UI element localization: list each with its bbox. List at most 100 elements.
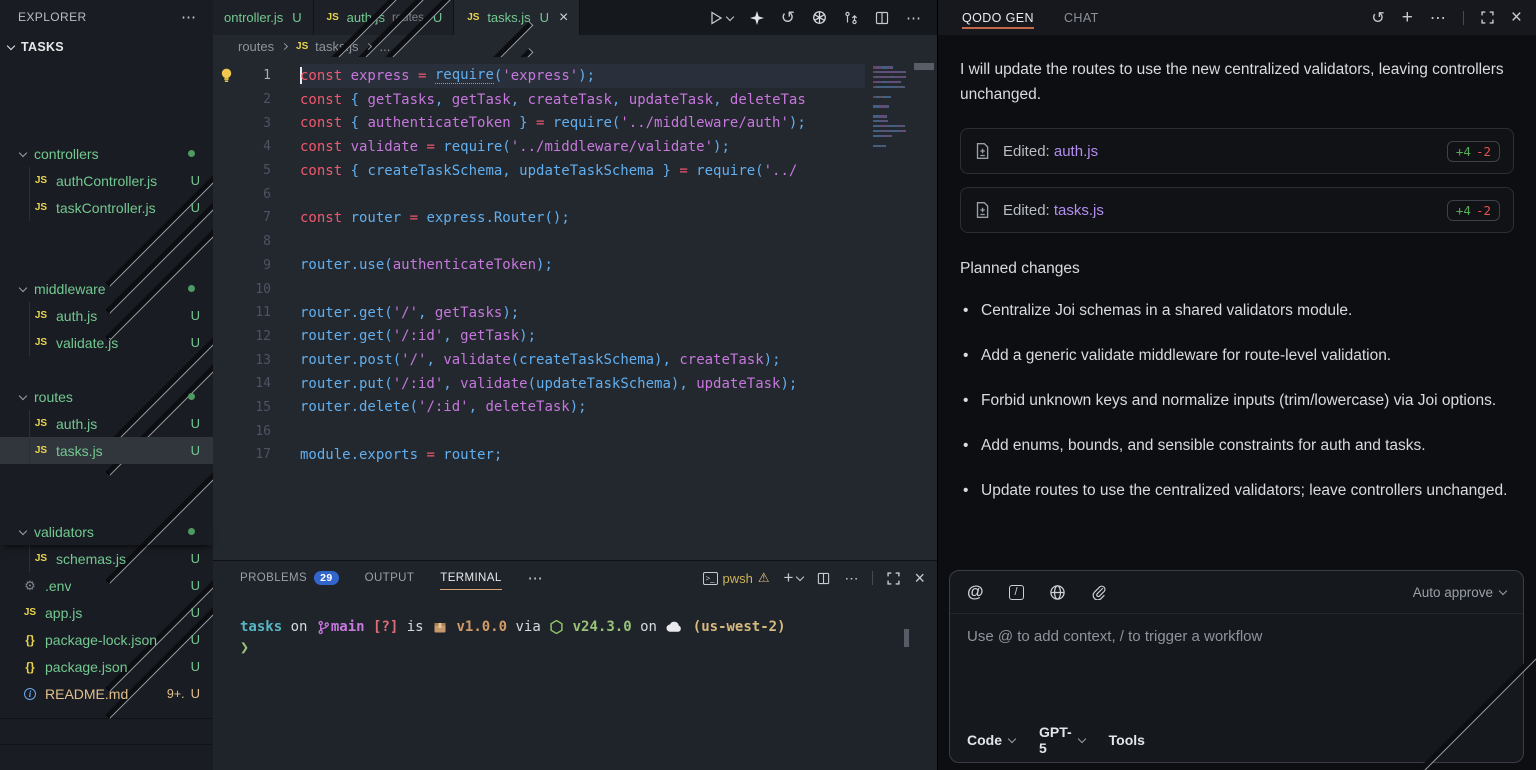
code-line-15[interactable]: 15router.delete('/:id', deleteTask); bbox=[213, 396, 865, 420]
code-line-10[interactable]: 10 bbox=[213, 277, 865, 301]
tree-file-app.js[interactable]: JSapp.jsU bbox=[0, 599, 213, 626]
editor-tab-tasks.js[interactable]: JStasks.jsU× bbox=[454, 0, 580, 35]
tree-file-authcontroller.js[interactable]: JSauthController.jsU bbox=[0, 167, 213, 194]
more-actions-icon[interactable]: ⋯ bbox=[906, 9, 921, 27]
workspace-section-tasks[interactable]: TASKS bbox=[0, 34, 213, 59]
js-file-icon: JS bbox=[22, 607, 38, 618]
split-editor-icon[interactable] bbox=[875, 11, 889, 25]
close-view-icon[interactable]: × bbox=[1511, 7, 1522, 29]
code-line-3[interactable]: 3const { authenticateToken } = require('… bbox=[213, 111, 865, 135]
terminal-icon: >_ bbox=[703, 572, 718, 585]
code-line-12[interactable]: 12router.get('/:id', getTask); bbox=[213, 325, 865, 349]
openai-icon[interactable] bbox=[812, 10, 827, 25]
tree-folder-logs[interactable]: logs bbox=[0, 248, 213, 275]
history-icon[interactable]: ↺ bbox=[1371, 8, 1384, 28]
tree-file-auth.js[interactable]: JSauth.jsU bbox=[0, 410, 213, 437]
bottom-panel: PROBLEMS 29 OUTPUT TERMINAL ⋯ >_ pwsh ⚠ bbox=[213, 560, 937, 770]
shell-selector[interactable]: >_ pwsh ⚠ bbox=[703, 570, 770, 586]
code-editor[interactable]: 1const express = require('express');2con… bbox=[213, 57, 937, 560]
panel-more-icon[interactable]: ⋯ bbox=[528, 569, 544, 587]
tab-terminal[interactable]: TERMINAL bbox=[440, 561, 501, 595]
code-line-11[interactable]: 11router.get('/', getTasks); bbox=[213, 301, 865, 325]
terminal-scrollbar[interactable] bbox=[904, 629, 909, 647]
code-line-16[interactable]: 16 bbox=[213, 419, 865, 443]
run-button[interactable] bbox=[710, 11, 733, 25]
tab-qodo-gen[interactable]: QODO GEN bbox=[962, 0, 1034, 35]
tree-folder-.git[interactable]: .git bbox=[0, 59, 213, 86]
edited-file-card-auth.js[interactable]: Edited: auth.js+4-2 bbox=[960, 128, 1514, 174]
tab-problems[interactable]: PROBLEMS 29 bbox=[240, 561, 339, 595]
tools-menu[interactable]: Tools bbox=[1109, 732, 1536, 748]
tree-file-readme.md[interactable]: iREADME.md9+.U bbox=[0, 680, 213, 707]
model-dropdown[interactable]: GPT-5 bbox=[1039, 724, 1085, 756]
maximize-panel-icon[interactable] bbox=[887, 572, 900, 585]
tree-folder-.qodo[interactable]: .qodo bbox=[0, 86, 213, 113]
history-icon[interactable]: ↺ bbox=[781, 8, 795, 28]
code-line-8[interactable]: 8 bbox=[213, 230, 865, 254]
tree-file-package.json[interactable]: {}package.jsonU bbox=[0, 653, 213, 680]
new-terminal-button[interactable]: + bbox=[784, 568, 804, 588]
outline-section[interactable]: OUTLINE bbox=[0, 718, 213, 744]
tree-folder-controllers[interactable]: controllers bbox=[0, 140, 213, 167]
tree-folder-data[interactable]: data bbox=[0, 221, 213, 248]
editor-tab-ontroller.js[interactable]: ontroller.jsU bbox=[213, 0, 314, 35]
code-line-6[interactable]: 6 bbox=[213, 182, 865, 206]
code-line-2[interactable]: 2const { getTasks, getTask, createTask, … bbox=[213, 88, 865, 112]
editor-scrollbar[interactable] bbox=[911, 57, 937, 560]
close-panel-icon[interactable]: × bbox=[914, 568, 925, 589]
close-tab-icon[interactable]: × bbox=[559, 10, 568, 26]
divider bbox=[872, 571, 873, 585]
attach-file-icon[interactable] bbox=[1091, 584, 1107, 600]
code-line-13[interactable]: 13router.post('/', validate(createTaskSc… bbox=[213, 348, 865, 372]
workflow-icon[interactable]: / bbox=[1009, 585, 1024, 600]
code-line-17[interactable]: 17module.exports = router; bbox=[213, 443, 865, 467]
qodo-gen-panel: QODO GEN CHAT ↺ + ⋯ × I will update the … bbox=[937, 0, 1536, 770]
minimap[interactable] bbox=[873, 65, 907, 148]
tree-file-tasks.js[interactable]: JStasks.jsU bbox=[0, 437, 213, 464]
add-context-icon[interactable]: @ bbox=[967, 582, 984, 602]
code-line-7[interactable]: 7const router = express.Router(); bbox=[213, 206, 865, 230]
new-chat-icon[interactable]: + bbox=[1402, 7, 1413, 29]
tree-folder-middleware[interactable]: middleware bbox=[0, 275, 213, 302]
tree-folder-tests[interactable]: tests bbox=[0, 464, 213, 491]
js-file-icon: JS bbox=[33, 202, 49, 213]
code-line-4[interactable]: 4const validate = require('../middleware… bbox=[213, 135, 865, 159]
timeline-section[interactable]: TIMELINE bbox=[0, 744, 213, 770]
tree-folder-utils[interactable]: utils bbox=[0, 491, 213, 518]
tab-output[interactable]: OUTPUT bbox=[365, 561, 415, 595]
tree-file-validate.js[interactable]: JSvalidate.jsU bbox=[0, 329, 213, 356]
web-search-icon[interactable] bbox=[1049, 584, 1066, 601]
tree-folder-validators[interactable]: validators bbox=[0, 518, 213, 545]
tree-file-auth.js[interactable]: JSauth.jsU bbox=[0, 302, 213, 329]
terminal-more-icon[interactable]: ⋯ bbox=[844, 570, 858, 587]
edited-file-card-tasks.js[interactable]: Edited: tasks.js+4-2 bbox=[960, 187, 1514, 233]
code-line-9[interactable]: 9router.use(authenticateToken); bbox=[213, 254, 865, 278]
tree-file-.env[interactable]: ⚙.envU bbox=[0, 572, 213, 599]
indent-guide bbox=[29, 410, 30, 437]
tree-folder-routes[interactable]: routes bbox=[0, 383, 213, 410]
maximize-view-icon[interactable] bbox=[1481, 11, 1494, 24]
token: , bbox=[418, 305, 435, 321]
split-terminal-icon[interactable] bbox=[817, 572, 830, 585]
tree-file-package-lock.json[interactable]: {}package-lock.jsonU bbox=[0, 626, 213, 653]
more-actions-icon[interactable]: ⋯ bbox=[1430, 8, 1446, 28]
mode-dropdown[interactable]: Code bbox=[967, 732, 1015, 748]
code-line-1[interactable]: 1const express = require('express'); bbox=[213, 64, 865, 88]
tree-folder-node-modules[interactable]: node_modules bbox=[0, 356, 213, 383]
terminal-content[interactable]: tasks on main [?] is v1.0.0 via v24.3.0 … bbox=[213, 595, 937, 656]
tab-chat[interactable]: CHAT bbox=[1064, 0, 1099, 35]
compare-changes-icon[interactable] bbox=[844, 11, 858, 25]
explorer-more-icon[interactable]: ⋯ bbox=[181, 8, 197, 26]
breadcrumb-folder[interactable]: routes bbox=[238, 39, 274, 54]
token: '../ bbox=[764, 163, 798, 179]
chat-text-input[interactable]: Use @ to add context, / to trigger a wor… bbox=[950, 614, 1523, 717]
auto-approve-dropdown[interactable]: Auto approve bbox=[1413, 585, 1506, 600]
code-line-14[interactable]: 14router.put('/:id', validate(updateTask… bbox=[213, 372, 865, 396]
token: getTasks bbox=[367, 92, 434, 108]
tree-file-taskcontroller.js[interactable]: JStaskController.jsU bbox=[0, 194, 213, 221]
tree-file-schemas.js[interactable]: JSschemas.jsU bbox=[0, 545, 213, 572]
breadcrumb[interactable]: routes JS tasks.js ... bbox=[213, 35, 937, 57]
sparkle-ai-icon[interactable] bbox=[750, 11, 764, 25]
tree-folder-config[interactable]: config bbox=[0, 113, 213, 140]
code-line-5[interactable]: 5const { createTaskSchema, updateTaskSch… bbox=[213, 159, 865, 183]
